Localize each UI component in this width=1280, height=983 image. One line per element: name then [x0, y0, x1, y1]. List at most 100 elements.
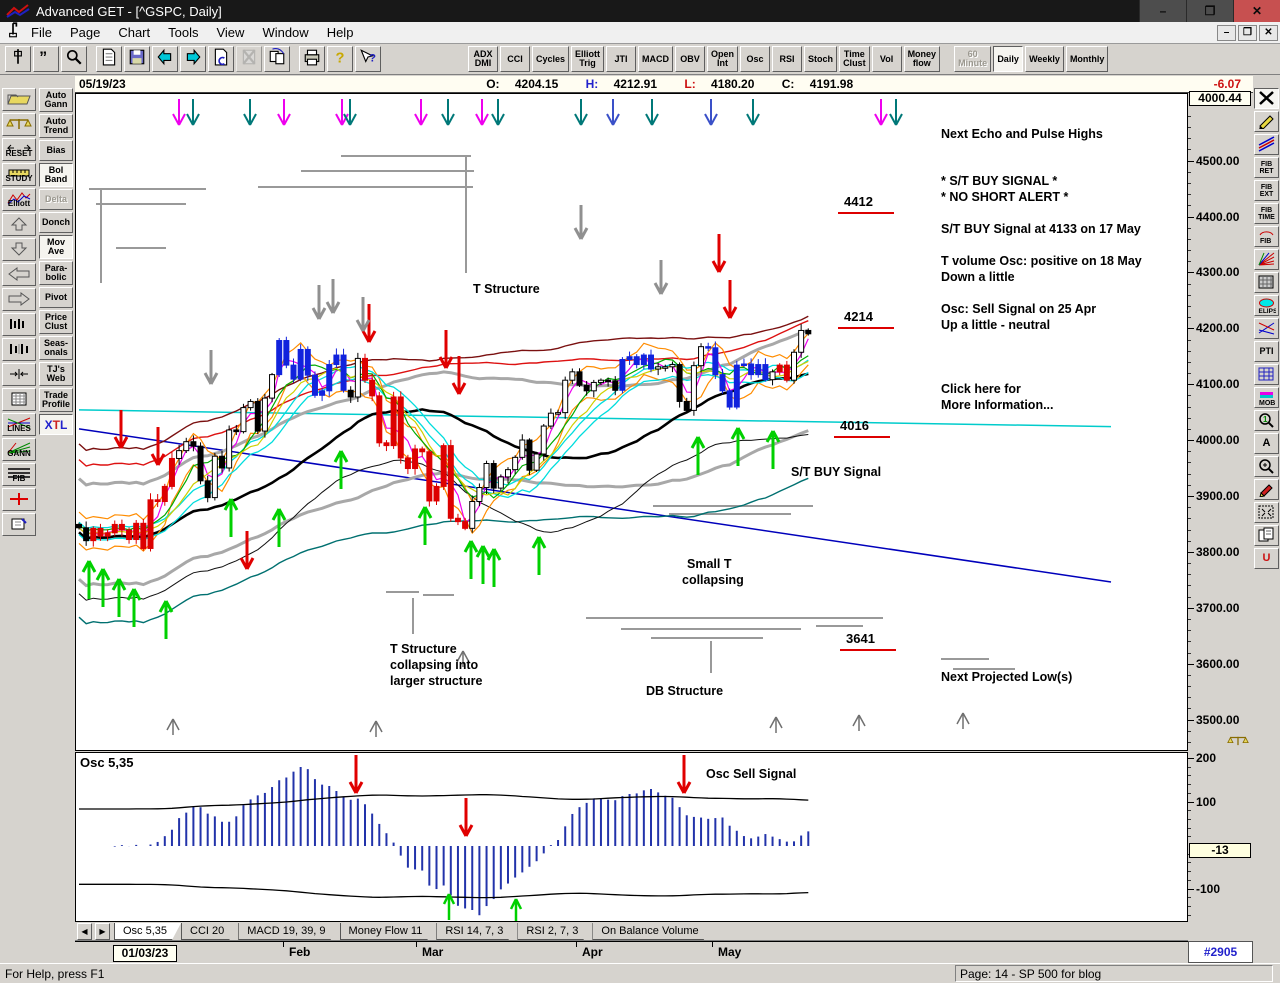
fan-lines-tool-button[interactable]	[1254, 249, 1279, 270]
more-information-link[interactable]: Click here for	[941, 382, 1021, 396]
tab-rsi-14-7-3[interactable]: RSI 14, 7, 3	[436, 923, 517, 940]
study-osc-button[interactable]: Osc	[740, 46, 770, 72]
sidebar-elliott-button[interactable]: Elliott	[2, 188, 36, 211]
blue-grid-tool-button[interactable]	[1254, 364, 1279, 385]
fib-ext-tool-button[interactable]: FIBEXT	[1254, 180, 1279, 201]
search-button[interactable]	[61, 46, 87, 72]
study-macd-button[interactable]: MACD	[638, 46, 673, 72]
period-weekly-button[interactable]: Weekly	[1025, 46, 1064, 72]
sidebar-reset-button[interactable]: ⇔RESET	[2, 138, 36, 161]
sidebar-data-scales-button[interactable]	[2, 113, 36, 136]
sidebar-study-seas--onals-button[interactable]: Seas- onals	[39, 336, 73, 360]
zoom-date-tool-button[interactable]: 1	[1254, 410, 1279, 431]
menu-file[interactable]: File	[22, 23, 61, 42]
tab-scroll-right-button[interactable]: ▶	[95, 923, 110, 940]
new-page-button[interactable]	[96, 46, 122, 72]
grid-tool-button[interactable]	[1254, 272, 1279, 293]
sidebar-study-mov-ave-button[interactable]: Mov Ave	[39, 235, 73, 259]
save-page-button[interactable]	[124, 46, 150, 72]
sidebar-expand-bars-button[interactable]	[2, 363, 36, 386]
sidebar-study-donch-button[interactable]: Donch	[39, 212, 73, 233]
menu-help[interactable]: Help	[318, 23, 363, 42]
sidebar-study-delta-button[interactable]: Delta	[39, 189, 73, 210]
sidebar-fib-button[interactable]: FIB	[2, 463, 36, 486]
study-cycles-button[interactable]: Cycles	[532, 46, 569, 72]
window-close-button[interactable]: ✕	[1233, 0, 1280, 22]
chart-document-icon[interactable]	[4, 21, 22, 44]
study-cci-button[interactable]: CCI	[500, 46, 530, 72]
study-stoch-button[interactable]: Stoch	[804, 46, 837, 72]
sidebar-study-button[interactable]: STUDY	[2, 163, 36, 186]
study-adx-button[interactable]: ADX DMI	[468, 46, 498, 72]
delete-tool-button[interactable]	[1254, 88, 1279, 109]
text-tool-button[interactable]: A	[1254, 433, 1279, 454]
sidebar-study-auto-trend-button[interactable]: Auto Trend	[39, 114, 73, 138]
regression-tool-button[interactable]	[1254, 318, 1279, 339]
oscillator-panel[interactable]: Osc 5,35Osc Sell Signal	[75, 752, 1188, 922]
sidebar-arrow-down-button[interactable]	[2, 238, 36, 261]
menu-tools[interactable]: Tools	[159, 23, 207, 42]
menu-window[interactable]: Window	[253, 23, 317, 42]
window-restore-button[interactable]: ❐	[1186, 0, 1233, 22]
sidebar-properties-button[interactable]	[2, 513, 36, 536]
study-money-button[interactable]: Money flow	[904, 46, 941, 72]
period-monthly-button[interactable]: Monthly	[1066, 46, 1109, 72]
sidebar-study-bias-button[interactable]: Bias	[39, 140, 73, 161]
sidebar-study-tj-s-web-button[interactable]: TJ's Web	[39, 362, 73, 386]
sidebar-crosshair-button[interactable]	[2, 488, 36, 511]
sidebar-arrow-right-button[interactable]	[2, 288, 36, 311]
marker-tool-button[interactable]	[1254, 479, 1279, 500]
axis-scale-icon[interactable]	[1227, 734, 1249, 747]
sidebar-study-xtl-button[interactable]: XTL	[39, 414, 73, 435]
study-elliott-button[interactable]: Elliott Trig	[571, 46, 604, 72]
price-chart[interactable]: 4412421440163641T StructureS/T BUY Signa…	[75, 93, 1188, 751]
delete-page-button[interactable]	[236, 46, 262, 72]
sidebar-compare-bars-button[interactable]	[2, 313, 36, 336]
more-information-link[interactable]: More Information...	[941, 398, 1054, 412]
tab-osc-5-35[interactable]: Osc 5,35	[114, 923, 181, 940]
tab-money-flow-11[interactable]: Money Flow 11	[340, 923, 437, 940]
tab-on-balance-volume[interactable]: On Balance Volume	[592, 923, 712, 940]
pencil-tool-button[interactable]	[1254, 111, 1279, 132]
study-jti-button[interactable]: JTI	[606, 46, 636, 72]
study-open-button[interactable]: Open Int	[707, 46, 738, 72]
price-axis[interactable]: 4500.004400.004300.004200.004100.004000.…	[1188, 93, 1253, 963]
start-date-box[interactable]: 01/03/23	[113, 945, 177, 962]
fib-ret-tool-button[interactable]: FIBRET	[1254, 157, 1279, 178]
chart-window-restore-button[interactable]: ❐	[1238, 25, 1257, 41]
trendlines-tool-button[interactable]	[1254, 134, 1279, 155]
sidebar-open-chart-button[interactable]	[2, 88, 36, 111]
sidebar-arrow-left-button[interactable]	[2, 263, 36, 286]
sidebar-study-price-clust-button[interactable]: Price Clust	[39, 310, 73, 334]
sidebar-study-auto-gann-button[interactable]: Auto Gann	[39, 88, 73, 112]
sidebar-gann-button[interactable]: GANN	[2, 438, 36, 461]
fib-time-tool-button[interactable]: FIBTIME	[1254, 203, 1279, 224]
study-obv-button[interactable]: OBV	[675, 46, 705, 72]
context-help-button[interactable]: ?	[355, 46, 381, 72]
sidebar-lines-button[interactable]: LINES	[2, 413, 36, 436]
insert-page-button[interactable]	[208, 46, 234, 72]
chart-window-minimize-button[interactable]: –	[1217, 25, 1236, 41]
sidebar-study-bol-band-button[interactable]: Bol Band	[39, 163, 73, 187]
pages-tool-button[interactable]	[1254, 525, 1279, 546]
sidebar-page-grid-button[interactable]	[2, 388, 36, 411]
expand-tool-button[interactable]	[1254, 502, 1279, 523]
sidebar-split-bars-button[interactable]	[2, 338, 36, 361]
sidebar-study-trade-profile-button[interactable]: Trade Profile	[39, 388, 73, 412]
tab-cci-20[interactable]: CCI 20	[181, 923, 238, 940]
sidebar-arrow-up-button[interactable]	[2, 213, 36, 236]
pti-tool-button[interactable]: PTI	[1254, 341, 1279, 362]
pin-button[interactable]	[5, 46, 31, 72]
sidebar-study-pivot-button[interactable]: Pivot	[39, 287, 73, 308]
quotes-button[interactable]: ”	[33, 46, 59, 72]
zoom-in-tool-button[interactable]	[1254, 456, 1279, 477]
study-time-button[interactable]: Time Clust	[839, 46, 870, 72]
help-button[interactable]: ?	[327, 46, 353, 72]
menu-view[interactable]: View	[207, 23, 253, 42]
chart-window-close-button[interactable]: ✕	[1259, 25, 1278, 41]
period-daily-button[interactable]: Daily	[993, 46, 1023, 72]
fib-circle-tool-button[interactable]: FIB	[1254, 226, 1279, 247]
study-vol-button[interactable]: Vol	[872, 46, 902, 72]
period-60-minute-button[interactable]: 60 Minute	[954, 46, 991, 72]
undo-tool-button[interactable]: U	[1254, 548, 1279, 569]
